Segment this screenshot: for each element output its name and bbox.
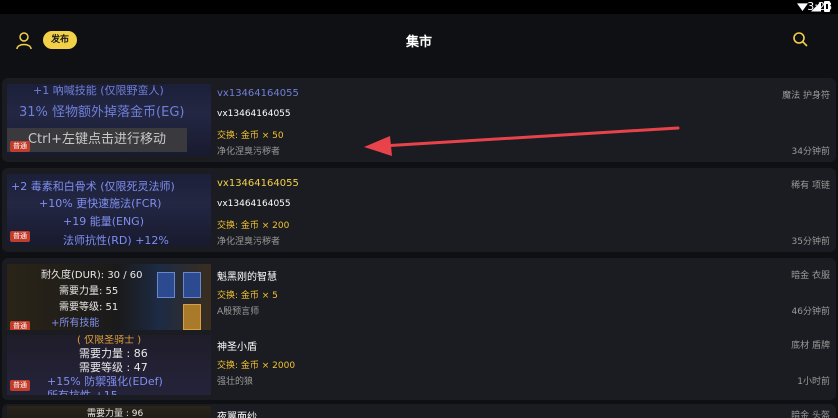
item-thumbnail: 耐久度(DUR): 30 / 60 需要力量: 55 需要等级: 51 +所有技… (7, 264, 211, 336)
thumb-line: +2 毒素和白骨术 (仅限死灵法师) (11, 180, 175, 193)
gem-icon (183, 304, 201, 330)
item-category: 暗金 衣服 (791, 271, 830, 281)
thumb-line: 31% 怪物额外掉落金币(EG) (19, 105, 185, 120)
item-exchange: 交换: 金币 × 2000 (217, 361, 296, 371)
wifi-icon (797, 3, 808, 11)
search-icon[interactable] (792, 31, 808, 47)
item-title: vx13464164055 (217, 178, 299, 189)
item-tag: 普通 (10, 380, 30, 391)
item-owner: A殷预言师 (217, 307, 260, 317)
thumb-line: 所有抗性 +15 (47, 387, 211, 395)
battery-icon (824, 1, 830, 12)
thumb-line: Ctrl+左键点击进行移动 (7, 128, 187, 152)
listing-card[interactable]: ( 仅限圣骑士 ) 需要力量 : 86 需要等级 : 47 +15% 防禦强化(… (2, 330, 836, 400)
item-tag: 普通 (10, 141, 30, 152)
item-time: 46分钟前 (791, 307, 830, 317)
item-thumbnail: +1 吶喊技能 (仅限野蛮人) 31% 怪物额外掉落金币(EG) Ctrl+左键… (7, 84, 211, 156)
thumb-line: +19 能量(ENG) (63, 215, 144, 228)
thumb-line: +1 吶喊技能 (仅限野蛮人) (33, 84, 164, 97)
item-title: 魁黑刚的智慧 (217, 272, 277, 283)
item-exchange: 交换: 金币 × 50 (217, 131, 284, 141)
status-time: 3:28 (4, 0, 832, 14)
item-category: 稀有 项链 (791, 181, 830, 191)
item-time: 1小时前 (797, 377, 830, 387)
item-thumbnail: +2 毒素和白骨术 (仅限死灵法师) +10% 更快速施法(FCR) +19 能… (7, 174, 211, 246)
item-thumbnail: 需要力量 : 96 (7, 406, 211, 418)
thumb-line: 需要力量 : 96 (87, 409, 144, 418)
item-category: 魔法 护身符 (782, 91, 830, 101)
item-exchange: 交换: 金币 × 5 (217, 291, 278, 301)
listing-card[interactable]: +1 吶喊技能 (仅限野蛮人) 31% 怪物额外掉落金币(EG) Ctrl+左键… (2, 78, 836, 162)
item-category: 暗金 头盔 (791, 411, 830, 418)
status-icons (797, 1, 830, 12)
listing-card[interactable]: 需要力量 : 96 夜翼面纱 暗金 头盔 (2, 404, 836, 418)
item-owner: 净化涅臭污秽者 (217, 147, 281, 157)
item-seller: vx13464164055 (217, 199, 291, 209)
item-owner: 强壮的狼 (217, 377, 254, 387)
item-thumbnail: ( 仅限圣骑士 ) 需要力量 : 86 需要等级 : 47 +15% 防禦强化(… (7, 335, 211, 395)
item-seller: vx13464164055 (217, 109, 291, 119)
item-owner: 净化涅臭污秽者 (217, 237, 281, 247)
signal-icon (811, 1, 821, 12)
thumb-line: +10% 更快速施法(FCR) (39, 197, 162, 210)
item-title: vx13464164055 (217, 88, 299, 99)
item-exchange: 交换: 金币 × 200 (217, 221, 290, 231)
thumb-line: 法师抗性(RD) +12% (63, 234, 169, 246)
item-time: 34分钟前 (791, 147, 830, 157)
page-title: 集市 (405, 35, 432, 50)
item-time: 35分钟前 (791, 237, 830, 247)
item-title: 夜翼面纱 (217, 412, 257, 418)
status-bar: 3:28 (0, 0, 838, 14)
gem-icon (157, 272, 175, 298)
gem-icon (183, 272, 201, 298)
app-header: 发布 集市 (0, 14, 838, 70)
item-title: 神圣小盾 (217, 342, 257, 353)
item-category: 底材 盾牌 (791, 341, 830, 351)
item-tag: 普通 (10, 231, 30, 242)
listing-card[interactable]: +2 毒素和白骨术 (仅限死灵法师) +10% 更快速施法(FCR) +19 能… (2, 168, 836, 252)
